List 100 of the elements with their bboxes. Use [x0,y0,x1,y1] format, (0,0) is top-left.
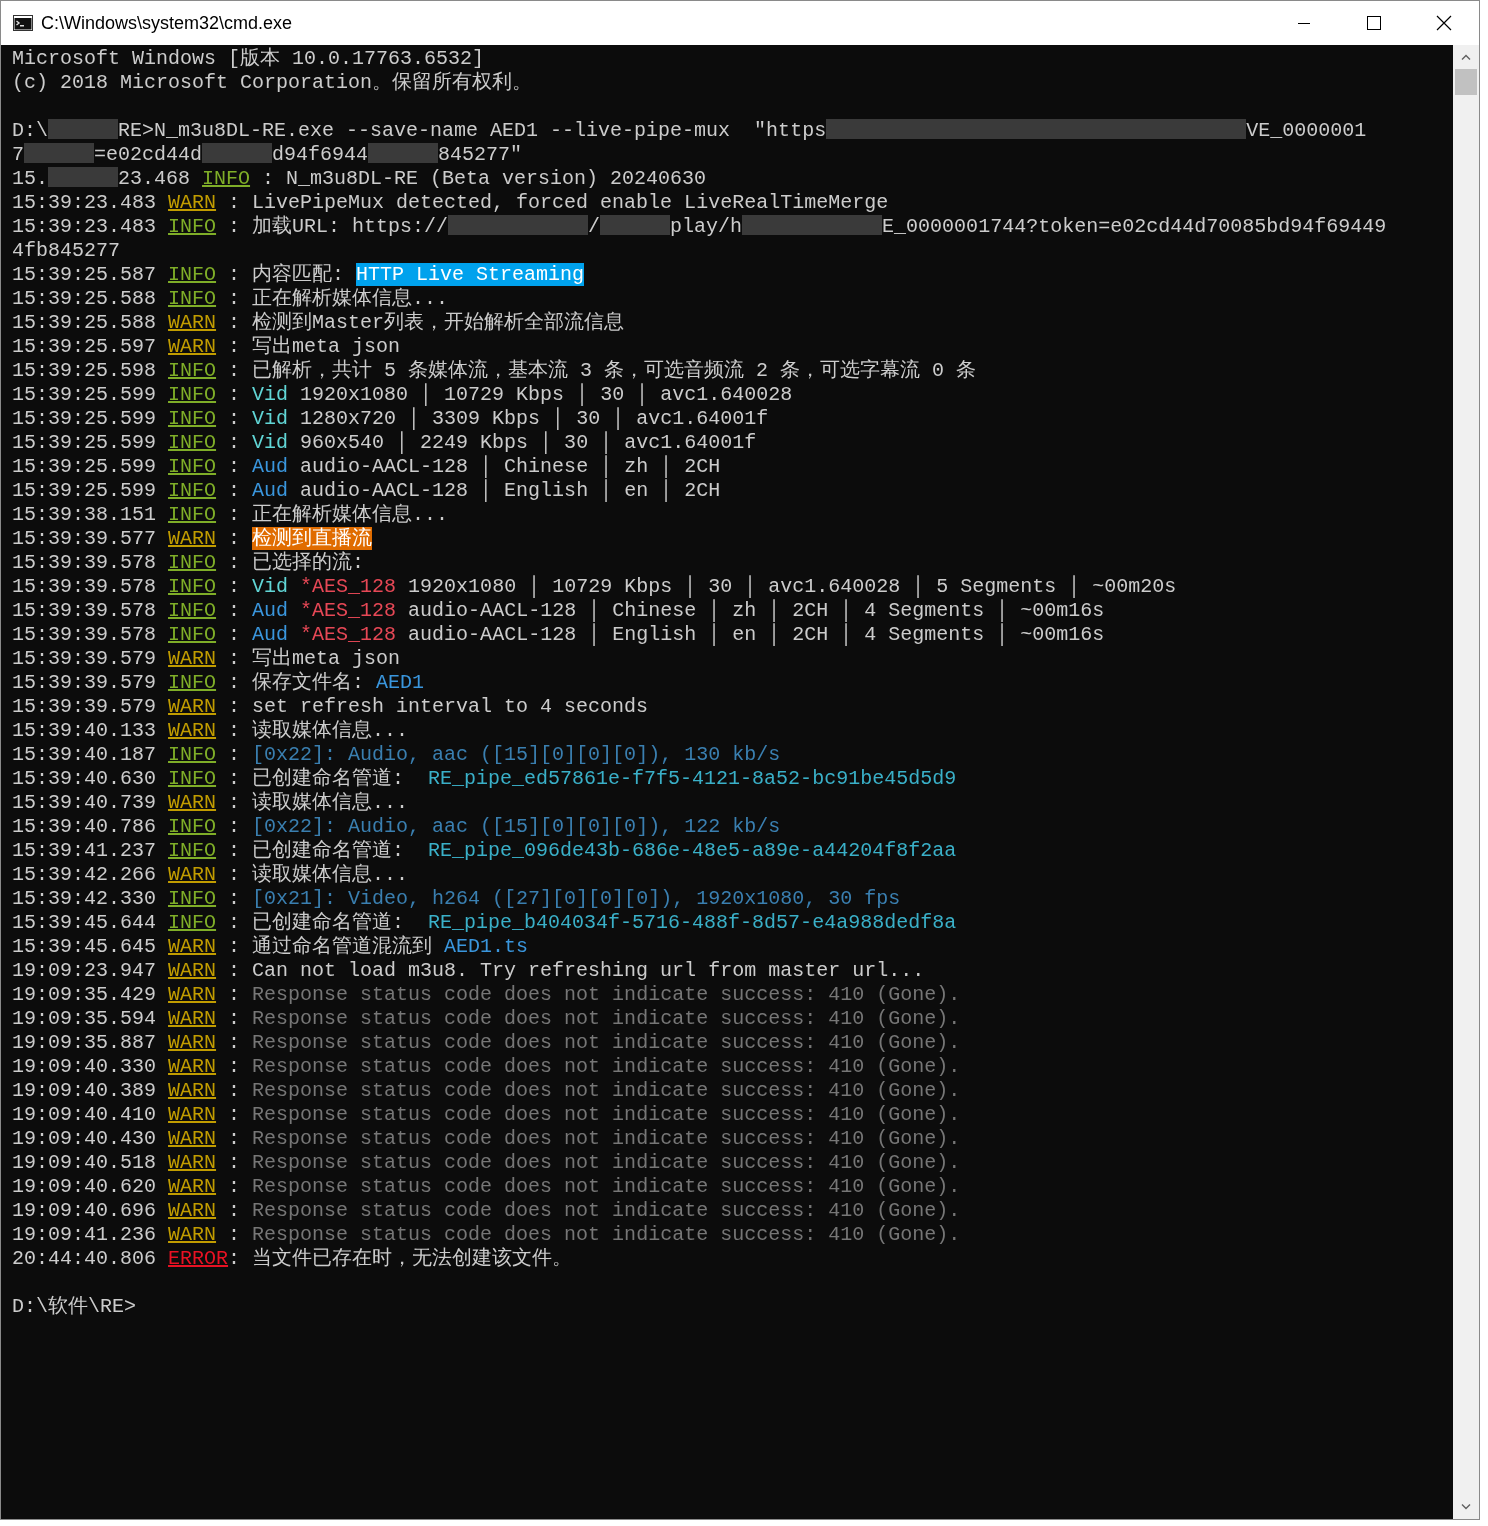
log-level: INFO [168,911,217,934]
log-text: Response status code does not indicate success: 410 (Gone). [252,1127,961,1150]
timestamp: 15:39:25.598 [12,359,158,382]
log-level: WARN [168,1055,217,1078]
log-text: Response status code does not indicate success: 410 (Gone). [252,1007,961,1030]
log-text: 1920x1080 │ 10729 Kbps │ 30 │ avc1.640028 [299,383,793,406]
pipe-name: RE_pipe_ed57861e-f7f5-4121-8a52-bc91be45d5d9 [428,767,957,790]
log-text: : 正在解析媒体信息... [227,503,449,526]
timestamp: 15:39:39.578 [12,551,158,574]
redaction-block [448,215,519,235]
log-level: WARN [168,1151,217,1174]
log-text: E_0000001744?token=e02cd44d70085bd94f69449 [882,215,1387,238]
log-level: INFO [168,479,217,502]
log-text: : 写出meta json [227,335,401,358]
log-level: WARN [168,1127,217,1150]
log-level: INFO [168,599,217,622]
timestamp: 15:39:38.151 [12,503,158,526]
log-text: : 检测到Master列表，开始解析全部流信息 [227,311,625,334]
log-text: VE_0000001 [1246,119,1367,142]
timestamp: 15:39:40.187 [12,743,158,766]
redaction-block [742,215,813,235]
timestamp: 19:09:40.430 [12,1127,158,1150]
maximize-icon[interactable] [1367,16,1381,30]
encryption-tag: *AES_128 [288,575,397,598]
timestamp: 15:39:39.578 [12,575,158,598]
log-text: 960x540 │ 2249 Kbps │ 30 │ avc1.64001f [299,431,757,454]
timestamp: 15:39:39.578 [12,599,158,622]
log-level: INFO [168,383,217,406]
log-text: Response status code does not indicate success: 410 (Gone). [252,1223,961,1246]
timestamp: 15:39:25.599 [12,455,158,478]
log-text: : [227,1175,242,1198]
log-level: INFO [168,623,217,646]
close-icon[interactable] [1436,15,1452,31]
log-level: WARN [168,335,217,358]
scrollbar[interactable] [1453,45,1479,1519]
log-text: audio-AACL-128 │ Chinese │ zh │ 2CH │ 4 Segments │ ~00m16s [407,599,1105,622]
timestamp: 15:39:25.587 [12,263,158,286]
timestamp: 15:39:25.599 [12,431,158,454]
log-text: : [227,383,242,406]
log-text: 15. [12,167,48,190]
log-level: INFO [168,215,217,238]
log-level: WARN [168,935,217,958]
log-level: INFO [168,359,217,382]
timestamp: 15:39:39.579 [12,695,158,718]
timestamp: 15:39:39.577 [12,527,158,550]
log-text: (c) 2018 Microsoft Corporation。保留所有权利。 [12,71,533,94]
timestamp: 19:09:40.389 [12,1079,158,1102]
log-level: WARN [168,1007,217,1030]
log-level: WARN [168,1031,217,1054]
redaction-block [812,215,883,235]
log-level: INFO [168,455,217,478]
log-text: Response status code does not indicate success: 410 (Gone). [252,1079,961,1102]
log-level: INFO [168,431,217,454]
log-text: : [227,407,242,430]
scroll-up-icon[interactable] [1461,54,1471,60]
log-level: WARN [168,1079,217,1102]
log-text: : 已创建命名管道: [227,839,406,862]
log-level: WARN [168,863,217,886]
log-level: INFO [168,287,217,310]
redaction-block [600,215,671,235]
log-level: WARN [168,1223,217,1246]
stream-info: [0x22]: Audio, aac ([15][0][0][0]), 122 kb/s [252,815,781,838]
stream-info: [0x22]: Audio, aac ([15][0][0][0]), 130 kb/s [252,743,781,766]
stream-info: [0x21]: Video, h264 ([27][0][0][0]), 1920x1080, 30 fps [252,887,901,910]
redaction-block [24,143,94,163]
pipe-name: RE_pipe_096de43b-686e-48e5-a89e-a44204f8f2aa [428,839,957,862]
scrollbar-thumb[interactable] [1455,69,1477,95]
encryption-tag: *AES_128 [288,623,397,646]
timestamp: 15:39:40.133 [12,719,158,742]
log-text: : [227,887,242,910]
log-level: WARN [168,1199,217,1222]
log-text: : 保存文件名: [227,671,366,694]
stream-type: Vid [252,407,289,430]
log-text: D:\ [12,119,48,142]
highlighted-text: 检测到直播流 [252,527,373,550]
log-text: : [227,479,242,502]
log-text: audio-AACL-128 │ Chinese │ zh │ 2CH [299,455,721,478]
log-text: =e02cd44d [94,143,203,166]
timestamp: 15:39:45.645 [12,935,158,958]
log-text: : 当文件已存在时，无法创建该文件。 [228,1247,573,1270]
scroll-down-icon[interactable] [1461,1504,1471,1510]
log-text: : [227,623,242,646]
file-name: AED1 [376,671,425,694]
file-name: AED1.ts [444,935,529,958]
log-level: INFO [168,263,217,286]
log-text: play/h [670,215,743,238]
redaction-block [826,119,897,139]
log-text: : [227,599,242,622]
log-text: 845277" [438,143,523,166]
timestamp: 15:39:25.599 [12,383,158,406]
log-level: WARN [168,647,217,670]
timestamp: 19:09:40.620 [12,1175,158,1198]
log-text: Response status code does not indicate success: 410 (Gone). [252,1151,961,1174]
log-text: Microsoft Windows [版本 10.0.17763.6532] [12,47,485,70]
redaction-block [202,143,273,163]
pipe-name: RE_pipe_b404034f-5716-488f-8d57-e4a988dedf8a [428,911,957,934]
log-text: : [227,431,242,454]
stream-type: Aud [252,479,289,502]
log-text: Response status code does not indicate success: 410 (Gone). [252,1103,961,1126]
timestamp: 20:44:40.806 [12,1247,158,1270]
